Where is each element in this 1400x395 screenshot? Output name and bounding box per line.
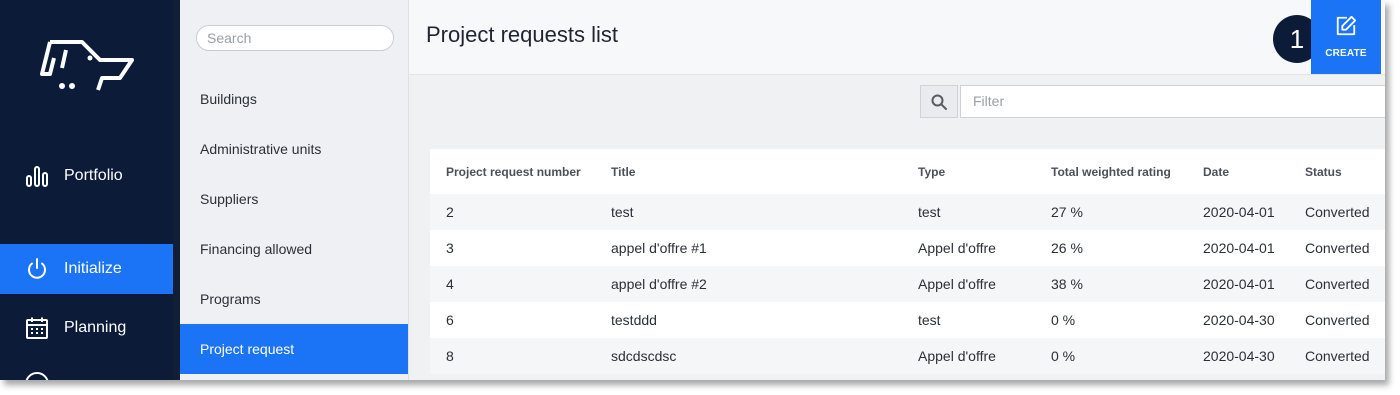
project-requests-table: Project request number Title Type Total … <box>430 149 1385 374</box>
cell-number: 4 <box>446 276 454 292</box>
cell-type: test <box>918 204 941 220</box>
cell-number: 8 <box>446 348 454 364</box>
column-header[interactable]: Status <box>1305 149 1342 194</box>
column-header[interactable]: Title <box>611 149 635 194</box>
submenu-item-label: Financing allowed <box>200 241 313 257</box>
cell-number: 2 <box>446 204 454 220</box>
cell-title: appel d'offre #1 <box>611 240 707 256</box>
table-row[interactable]: 2 test test 27 % 2020-04-01 Converted <box>430 194 1385 230</box>
nav-item-portfolio[interactable]: Portfolio <box>0 151 173 201</box>
filter-placeholder: Filter <box>973 93 1005 109</box>
cell-date: 2020-04-01 <box>1203 240 1275 256</box>
cell-type: test <box>918 312 941 328</box>
cell-title: test <box>611 204 634 220</box>
cell-date: 2020-04-30 <box>1203 312 1275 328</box>
cell-type: Appel d'offre <box>918 240 996 256</box>
cell-rating: 0 % <box>1051 312 1076 328</box>
app-logo <box>40 40 134 91</box>
create-button[interactable]: CREATE <box>1311 0 1381 74</box>
cell-status: Converted <box>1305 240 1370 256</box>
submenu-item-label: Administrative units <box>200 141 322 157</box>
partial-nav-icon <box>25 372 49 380</box>
main-content: Project requests list 1 CREATE Filter Pr… <box>409 0 1385 380</box>
cell-number: 3 <box>446 240 454 256</box>
column-header[interactable]: Date <box>1203 149 1229 194</box>
cell-date: 2020-04-30 <box>1203 348 1275 364</box>
cell-title: appel d'offre #2 <box>611 276 707 292</box>
cell-date: 2020-04-01 <box>1203 204 1275 220</box>
cell-status: Converted <box>1305 204 1370 220</box>
submenu-item-label: Suppliers <box>200 191 259 207</box>
filter-bar: Filter <box>920 85 1385 118</box>
main-navigation: Portfolio Initialize Planning <box>0 0 173 380</box>
submenu-item-suppliers[interactable]: Suppliers <box>180 174 408 224</box>
search-placeholder: Search <box>207 30 252 46</box>
cell-rating: 27 % <box>1051 204 1083 220</box>
column-header[interactable]: Project request number <box>446 149 581 194</box>
nav-item-initialize[interactable]: Initialize <box>0 244 173 294</box>
power-icon <box>24 256 50 282</box>
cell-rating: 38 % <box>1051 276 1083 292</box>
search-icon[interactable] <box>920 85 958 118</box>
submenu-item-project-request[interactable]: Project request <box>180 324 408 374</box>
cell-status: Converted <box>1305 312 1370 328</box>
submenu-item-financing-allowed[interactable]: Financing allowed <box>180 224 408 274</box>
nav-item-label: Portfolio <box>64 167 123 184</box>
nav-item-label: Initialize <box>64 260 122 277</box>
cell-rating: 0 % <box>1051 348 1076 364</box>
page-title: Project requests list <box>426 22 618 47</box>
table-row[interactable]: 6 testddd test 0 % 2020-04-30 Converted <box>430 302 1385 338</box>
nav-item-planning[interactable]: Planning <box>0 303 173 353</box>
table-row[interactable]: 3 appel d'offre #1 Appel d'offre 26 % 20… <box>430 230 1385 266</box>
submenu-item-label: Project request <box>200 341 295 357</box>
submenu-item-administrative-units[interactable]: Administrative units <box>180 124 408 174</box>
calendar-icon <box>24 315 50 341</box>
app-window: Portfolio Initialize Planning Search Bui… <box>0 0 1385 380</box>
cell-type: Appel d'offre <box>918 348 996 364</box>
page-header: Project requests list 1 CREATE <box>409 0 1385 75</box>
cell-rating: 26 % <box>1051 240 1083 256</box>
table-header: Project request number Title Type Total … <box>430 149 1385 194</box>
cell-date: 2020-04-01 <box>1203 276 1275 292</box>
create-label: CREATE <box>1325 48 1367 59</box>
submenu-item-label: Programs <box>200 291 261 307</box>
column-header[interactable]: Total weighted rating <box>1051 149 1171 194</box>
bar-chart-icon <box>24 163 50 189</box>
table-row[interactable]: 8 sdcdscdsc Appel d'offre 0 % 2020-04-30… <box>430 338 1385 374</box>
cell-status: Converted <box>1305 348 1370 364</box>
cell-title: testddd <box>611 312 657 328</box>
search-input[interactable]: Search <box>196 25 394 51</box>
submenu-item-programs[interactable]: Programs <box>180 274 408 324</box>
filter-input[interactable]: Filter <box>960 85 1385 118</box>
table-row[interactable]: 4 appel d'offre #2 Appel d'offre 38 % 20… <box>430 266 1385 302</box>
cell-title: sdcdscdsc <box>611 348 677 364</box>
submenu-item-label: Buildings <box>200 91 257 107</box>
cell-type: Appel d'offre <box>918 276 996 292</box>
submenu-panel: Search Buildings Administrative units Su… <box>180 0 409 380</box>
cell-number: 6 <box>446 312 454 328</box>
nav-item-label: Planning <box>64 319 127 336</box>
column-header[interactable]: Type <box>918 149 945 194</box>
cell-status: Converted <box>1305 276 1370 292</box>
submenu-item-buildings[interactable]: Buildings <box>180 74 408 124</box>
nav-divider <box>173 0 180 380</box>
callout-number: 1 <box>1290 24 1304 54</box>
edit-icon <box>1335 15 1357 42</box>
